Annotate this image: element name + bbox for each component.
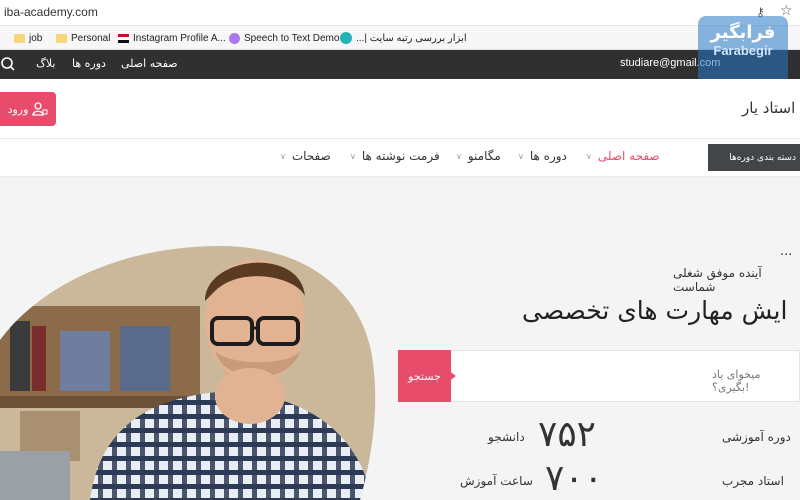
search-button-label: جستجو: [408, 369, 441, 383]
speech-icon: [229, 32, 240, 44]
watermark-subtext: Farabegir: [713, 43, 773, 58]
seo-icon: [340, 32, 352, 44]
flag-icon: [118, 33, 129, 43]
chevron-down-icon: ∨: [586, 151, 592, 161]
nav-label: صفحه اصلی: [597, 149, 660, 163]
nav-label: صفحات: [291, 149, 331, 163]
topbar-link-home[interactable]: صفحه اصلی: [121, 57, 178, 70]
chevron-down-icon: ∨: [456, 151, 462, 161]
chevron-down-icon: ∨: [280, 151, 286, 161]
bookmark-speech[interactable]: Speech to Text Demo: [229, 30, 339, 46]
url-text[interactable]: iba-academy.com: [4, 5, 98, 19]
bookmark-label: job: [29, 32, 43, 44]
nav-item-courses[interactable]: ∨ دوره ها: [518, 149, 567, 163]
hero-title: ایش مهارت های تخصصی: [522, 296, 788, 325]
bookmark-label: Instagram Profile A...: [133, 32, 226, 44]
browser-address-bar[interactable]: [0, 0, 800, 26]
login-label: ورود: [7, 102, 29, 116]
nav-item-home[interactable]: ∨ صفحه اصلی: [586, 149, 660, 163]
watermark-text: فرابگیر: [710, 22, 776, 43]
bookmark-personal[interactable]: Personal: [56, 30, 110, 46]
hero-image: [0, 246, 376, 500]
topbar-link-blog[interactable]: بلاگ: [36, 57, 55, 70]
stat-value-hours: ۷۰۰: [545, 458, 604, 499]
topbar-link-courses[interactable]: دوره ها: [72, 57, 106, 70]
stat-label-courses: دوره آموزشی: [722, 430, 791, 444]
course-categories-button[interactable]: دسته بندی دوره‌ها: [708, 144, 800, 171]
bookmark-label: Personal: [71, 32, 111, 44]
bookmark-seo[interactable]: ابزار بررسی رتبه سایت |...: [340, 30, 467, 46]
nav-item-pages[interactable]: ∨ صفحات: [280, 149, 331, 163]
folder-icon: [56, 33, 67, 43]
stat-label-instructors: استاد مجرب: [722, 474, 784, 488]
nav-item-megamenu[interactable]: ∨ مگامنو: [456, 149, 501, 163]
chevron-down-icon: ∨: [350, 151, 356, 161]
nav-item-post-formats[interactable]: ∨ فرمت نوشته ها: [350, 149, 440, 163]
bookmark-instagram[interactable]: Instagram Profile A...: [118, 30, 226, 46]
bookmark-label: Speech to Text Demo: [244, 32, 340, 44]
search-arrow-icon: [448, 370, 456, 382]
user-icon: [32, 102, 48, 116]
chevron-down-icon: ∨: [518, 151, 524, 161]
stat-label-students: دانشجو: [488, 430, 525, 444]
hero-subtitle: آینده موفق شغلی شماست: [673, 266, 762, 294]
category-label: دسته بندی دوره‌ها: [729, 152, 796, 163]
bookmark-label: ابزار بررسی رتبه سایت |...: [356, 32, 467, 44]
site-brand[interactable]: استاد یار: [742, 99, 795, 117]
stat-value-students: ۷۵۲: [538, 414, 597, 455]
hero-eyebrow: ...: [780, 244, 793, 259]
nav-label: دوره ها: [529, 149, 567, 163]
nav-label: مگامنو: [467, 149, 501, 163]
folder-icon: [14, 33, 25, 43]
search-button[interactable]: جستجو: [398, 350, 451, 402]
bookmark-job[interactable]: job: [14, 30, 42, 46]
nav-label: فرمت نوشته ها: [361, 149, 440, 163]
search-icon[interactable]: [0, 56, 16, 72]
site-header: [0, 79, 800, 139]
search-placeholder: میخوای یاد بگیری؟!: [712, 368, 761, 394]
stat-label-hours: ساعت آموزش: [460, 474, 533, 488]
watermark-logo: فرابگیر Farabegir: [698, 16, 788, 86]
login-button[interactable]: ورود: [0, 92, 56, 126]
